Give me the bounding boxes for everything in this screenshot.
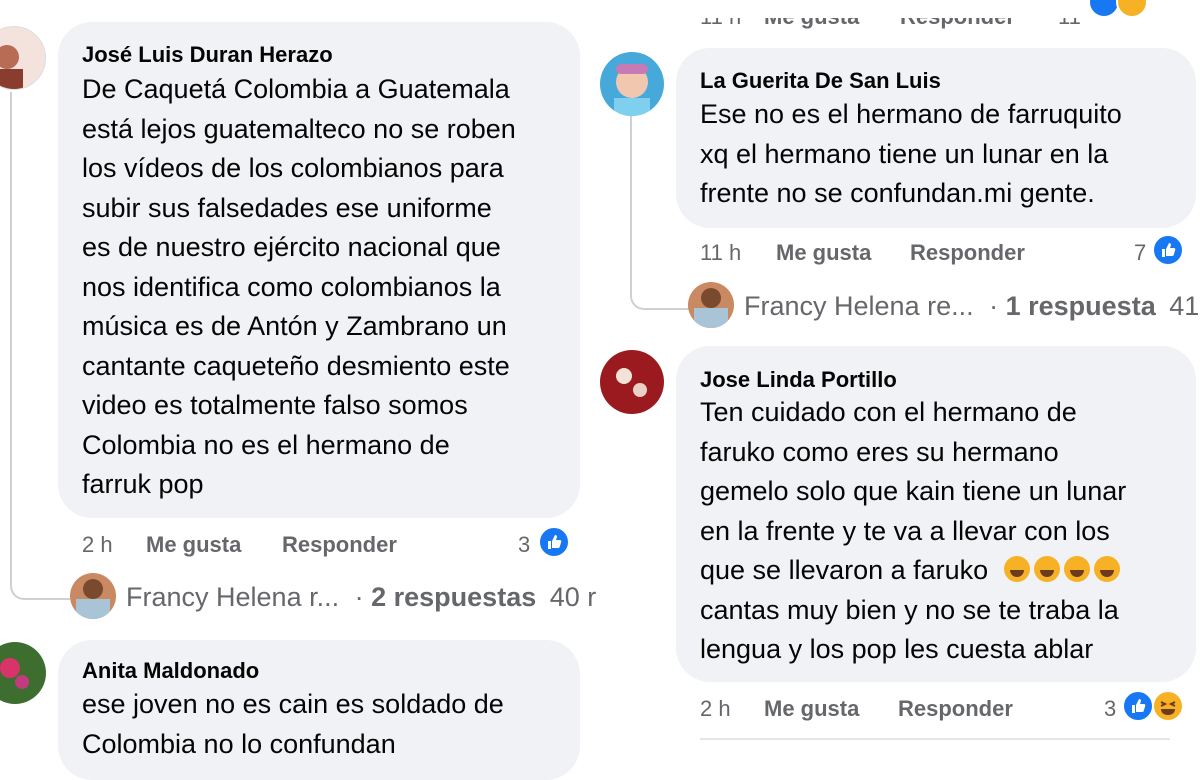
profile-photo — [0, 45, 23, 89]
like-button[interactable]: Me gusta — [776, 240, 871, 266]
like-button[interactable]: Me gusta — [146, 532, 241, 558]
comment-text: ese joven no es cain es soldado de Colom… — [82, 689, 504, 759]
profile-photo — [76, 579, 110, 619]
comment-time[interactable]: 2 h — [700, 696, 731, 722]
reaction-count[interactable]: 3 — [518, 532, 530, 558]
reaction-count[interactable]: 3 — [1104, 696, 1116, 722]
like-button[interactable]: Me gusta — [764, 696, 859, 722]
comment-text: Ese no es el hermano de farruquito xq el… — [700, 99, 1122, 208]
avatar[interactable] — [0, 642, 46, 704]
like-reaction-icon[interactable] — [538, 526, 570, 558]
reply-button[interactable]: Responder — [910, 240, 1025, 266]
like-button[interactable]: Me gusta — [764, 18, 859, 30]
comment-author[interactable]: Jose Linda Portillo — [700, 367, 897, 393]
comment-text: De Caquetá Colombia a Guatemala está lej… — [82, 74, 516, 499]
laughing-emoji-icon — [1003, 556, 1030, 582]
reply-button[interactable]: Responder — [900, 18, 1015, 30]
comment-time[interactable]: 11 h — [700, 18, 741, 30]
laughing-emoji-icon — [1093, 556, 1120, 582]
reply-avatar[interactable] — [70, 573, 116, 619]
profile-photo — [0, 658, 29, 689]
comment-time[interactable]: 2 h — [82, 532, 113, 558]
profile-photo — [616, 368, 647, 397]
reply-preview[interactable]: Francy Helena re... · 1 respuesta 41 — [744, 291, 1199, 322]
comment-author[interactable]: Anita Maldonado — [82, 658, 259, 684]
like-reaction-icon[interactable] — [1152, 234, 1184, 266]
laughing-emoji-icon — [1033, 556, 1060, 582]
avatar[interactable] — [600, 350, 664, 414]
reply-avatar[interactable] — [688, 282, 734, 328]
profile-photo — [614, 64, 650, 116]
avatar[interactable] — [600, 52, 664, 116]
comment-time[interactable]: 11 h — [700, 240, 741, 266]
haha-reaction-icon[interactable] — [1116, 0, 1148, 18]
avatar[interactable] — [0, 26, 46, 90]
reply-button[interactable]: Responder — [898, 696, 1013, 722]
divider — [700, 738, 1170, 740]
like-reaction-icon[interactable] — [1122, 690, 1154, 722]
reaction-count[interactable]: 11 — [1058, 18, 1081, 30]
reply-button[interactable]: Responder — [282, 532, 397, 558]
comment-text: Ten cuidado con el hermano de faruko com… — [700, 397, 1127, 664]
reply-preview[interactable]: Francy Helena r... · 2 respuestas 40 r — [126, 582, 596, 613]
comment-author[interactable]: La Guerita De San Luis — [700, 68, 941, 94]
laughing-emoji-icon — [1063, 556, 1090, 582]
reaction-count[interactable]: 7 — [1134, 240, 1146, 266]
haha-reaction-icon[interactable] — [1152, 690, 1184, 722]
comment-author[interactable]: José Luis Duran Herazo — [82, 42, 333, 68]
profile-photo — [694, 288, 728, 328]
